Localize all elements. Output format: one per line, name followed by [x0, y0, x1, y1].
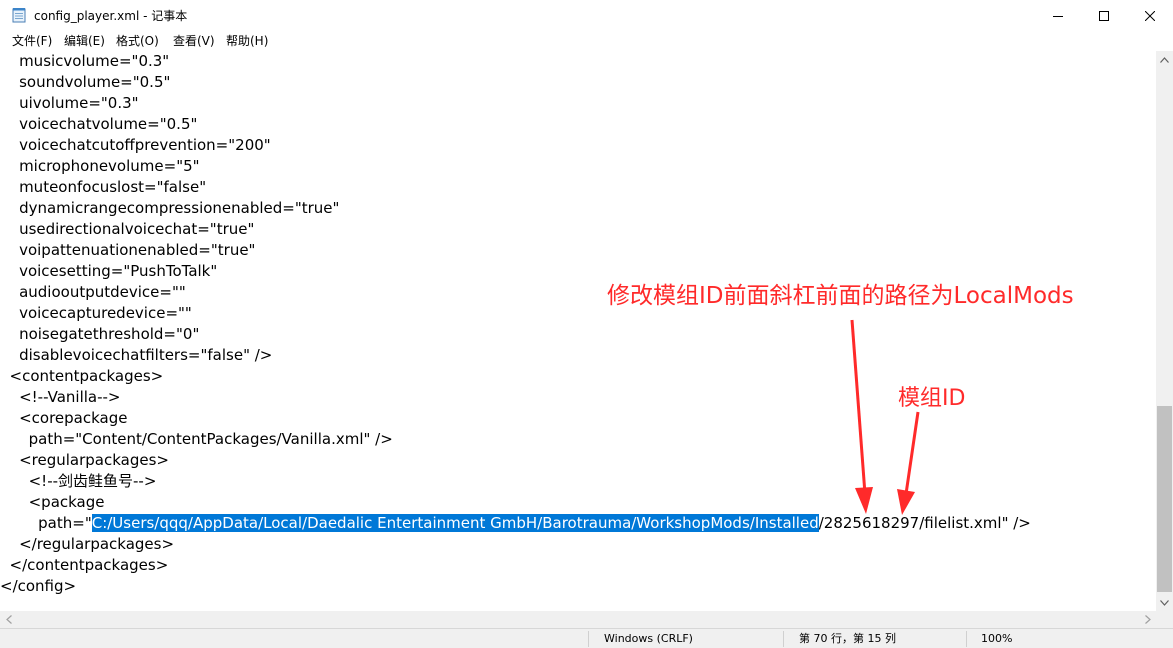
menu-file[interactable]: 文件(F)	[12, 33, 52, 49]
status-zoom: 100%	[981, 632, 1013, 645]
text-line[interactable]: disablevoicechatfilters="false" />	[0, 345, 272, 366]
text-line[interactable]: soundvolume="0.5"	[0, 72, 170, 93]
minimize-button[interactable]	[1035, 0, 1081, 31]
vertical-scroll-thumb[interactable]	[1157, 406, 1172, 592]
window-title: config_player.xml - 记事本	[34, 9, 188, 23]
chevron-right-icon	[1144, 615, 1151, 624]
text-line[interactable]: </regularpackages>	[0, 534, 174, 555]
text-line[interactable]: muteonfocuslost="false"	[0, 177, 206, 198]
close-button[interactable]	[1127, 0, 1173, 31]
text-line[interactable]: path="Content/ContentPackages/Vanilla.xm…	[0, 429, 393, 450]
notepad-app-icon	[12, 7, 26, 23]
title-bar[interactable]: config_player.xml - 记事本	[0, 0, 1173, 31]
annotation-mod-id: 模组ID	[898, 386, 966, 411]
horizontal-scrollbar[interactable]	[0, 611, 1156, 628]
status-divider	[588, 631, 589, 647]
path-line[interactable]: path="C:/Users/qqq/AppData/Local/Daedali…	[0, 513, 1031, 534]
text-line[interactable]: uivolume="0.3"	[0, 93, 138, 114]
text-line[interactable]: voicesetting="PushToTalk"	[0, 261, 217, 282]
text-line[interactable]: microphonevolume="5"	[0, 156, 199, 177]
text-line[interactable]: noisegatethreshold="0"	[0, 324, 199, 345]
text-editor[interactable]: musicvolume="0.3" soundvolume="0.5" uivo…	[0, 51, 1156, 611]
selected-path-text[interactable]: C:/Users/qqq/AppData/Local/Daedalic Ente…	[91, 514, 819, 532]
text-line[interactable]: <contentpackages>	[0, 366, 164, 387]
maximize-icon	[1099, 10, 1109, 21]
notepad-window: config_player.xml - 记事本 文件(F) 编辑(E) 格式(O…	[0, 0, 1173, 648]
minimize-icon	[1053, 15, 1063, 17]
scroll-up-arrow[interactable]	[1156, 51, 1173, 68]
status-cursor-position: 第 70 行，第 15 列	[799, 632, 896, 645]
close-icon	[1145, 10, 1155, 21]
text-line[interactable]: dynamicrangecompressionenabled="true"	[0, 198, 339, 219]
text-line[interactable]: audiooutputdevice=""	[0, 282, 186, 303]
menu-view[interactable]: 查看(V)	[173, 33, 215, 49]
text-line[interactable]: usedirectionalvoicechat="true"	[0, 219, 254, 240]
status-divider	[783, 631, 784, 647]
status-divider	[966, 631, 967, 647]
text-line[interactable]: voipattenuationenabled="true"	[0, 240, 255, 261]
text-line[interactable]: <package	[0, 492, 105, 513]
status-line-ending: Windows (CRLF)	[604, 632, 693, 645]
menu-bar: 文件(F) 编辑(E) 格式(O) 查看(V) 帮助(H)	[0, 31, 1173, 51]
text-line[interactable]: <corepackage	[0, 408, 127, 429]
scroll-right-arrow[interactable]	[1139, 611, 1156, 628]
text-line[interactable]: <regularpackages>	[0, 450, 169, 471]
text-line[interactable]: </config>	[0, 576, 76, 597]
menu-edit[interactable]: 编辑(E)	[64, 33, 105, 49]
status-bar: Windows (CRLF) 第 70 行，第 15 列 100%	[0, 628, 1173, 648]
scroll-left-arrow[interactable]	[0, 611, 17, 628]
path-line-prefix: path="	[0, 514, 92, 532]
maximize-button[interactable]	[1081, 0, 1127, 31]
path-line-suffix: /2825618297/filelist.xml" />	[818, 514, 1031, 532]
vertical-scrollbar[interactable]	[1156, 51, 1173, 611]
scroll-down-arrow[interactable]	[1156, 594, 1173, 611]
text-line[interactable]: voicecapturedevice=""	[0, 303, 192, 324]
text-line[interactable]: voicechatvolume="0.5"	[0, 114, 197, 135]
text-line[interactable]: voicechatcutoffprevention="200"	[0, 135, 271, 156]
text-line[interactable]: </contentpackages>	[0, 555, 169, 576]
chevron-up-icon	[1160, 56, 1169, 63]
text-line[interactable]: <!--Vanilla-->	[0, 387, 120, 408]
text-line[interactable]: <!--剑齿鲑鱼号-->	[0, 471, 157, 492]
menu-help[interactable]: 帮助(H)	[226, 33, 268, 49]
chevron-down-icon	[1160, 599, 1169, 606]
menu-format[interactable]: 格式(O)	[116, 33, 159, 49]
annotation-instruction: 修改模组ID前面斜杠前面的路径为LocalMods	[607, 283, 1074, 309]
chevron-left-icon	[5, 615, 12, 624]
scrollbar-corner	[1156, 611, 1173, 628]
text-line[interactable]: musicvolume="0.3"	[0, 51, 169, 72]
